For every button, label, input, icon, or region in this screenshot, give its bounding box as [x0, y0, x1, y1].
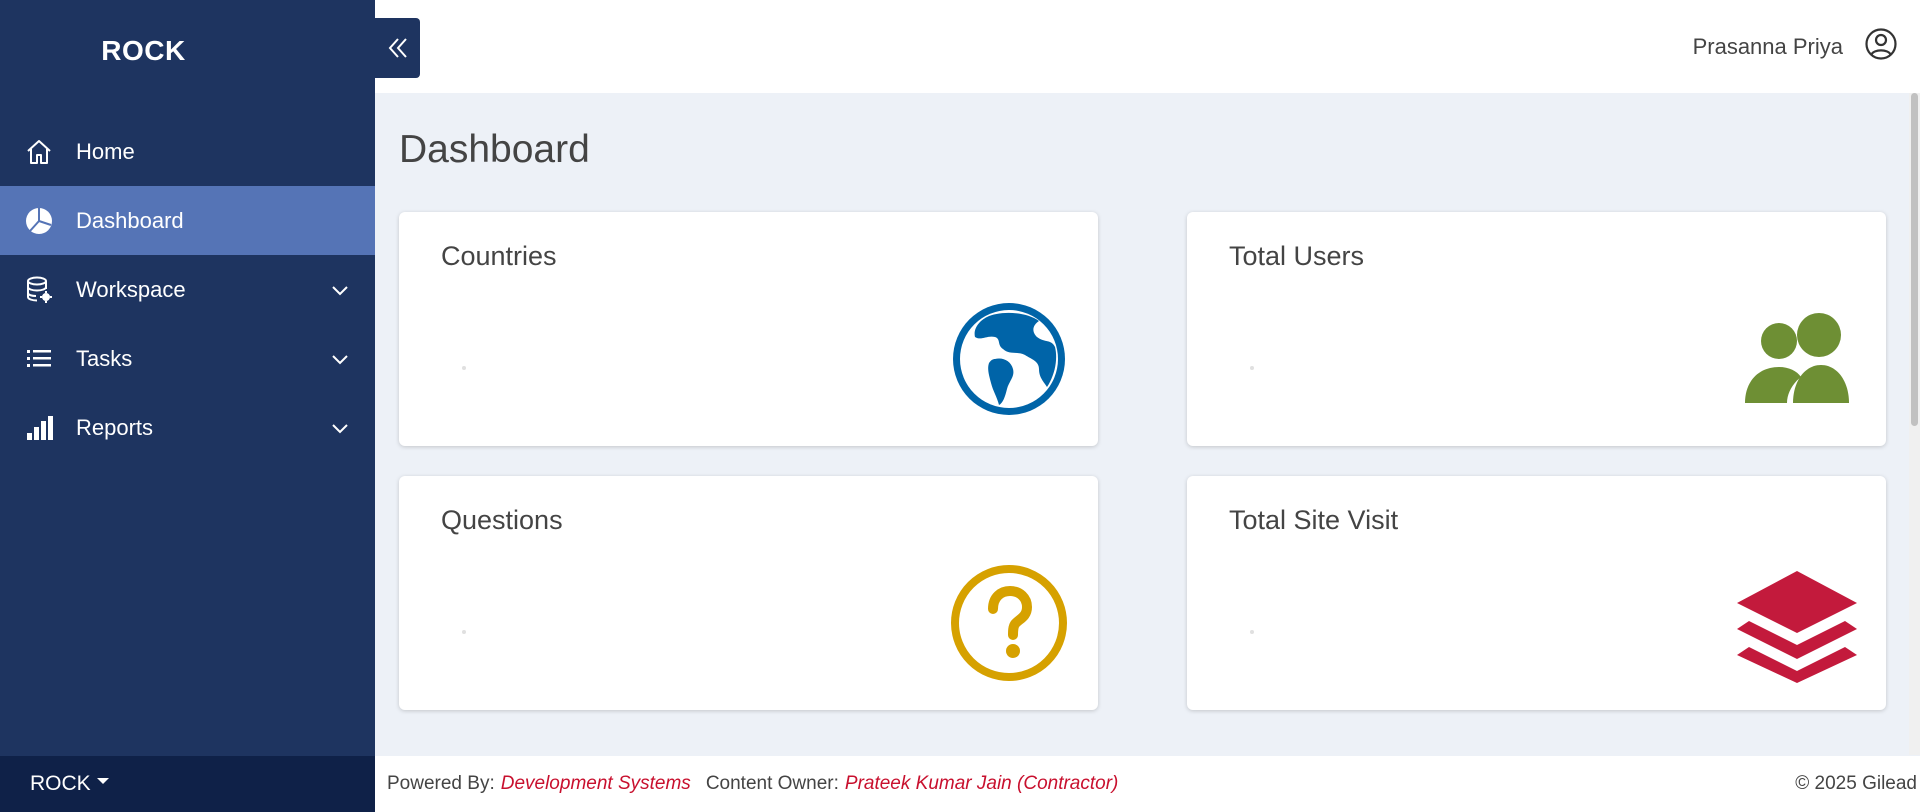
home-icon [24, 137, 54, 167]
page-title: Dashboard [399, 128, 590, 171]
pie-chart-icon [24, 206, 54, 236]
content-owner-value: Prateek Kumar Jain (Contractor) [844, 773, 1119, 794]
card-value-placeholder [1250, 630, 1254, 634]
top-header: Prasanna Priya [375, 0, 1920, 93]
sidebar-nav: Home Dashboard Workspace Tasks Reports [0, 117, 375, 462]
sidebar-item-workspace[interactable]: Workspace [0, 255, 375, 324]
double-chevron-left-icon [388, 38, 407, 58]
layers-icon [1737, 571, 1857, 683]
card-value-placeholder [1250, 366, 1254, 370]
username[interactable]: Prasanna Priya [1693, 34, 1843, 60]
brand-logo[interactable]: ROCK [0, 0, 375, 100]
page-footer: Powered By: Development Systems Content … [375, 756, 1920, 812]
caret-down-icon [96, 778, 109, 784]
content-owner-label: Content Owner: [705, 773, 839, 794]
card-total-site-visit[interactable]: Total Site Visit [1187, 476, 1886, 710]
sidebar-collapse-button[interactable] [375, 18, 420, 78]
app-switcher-label: ROCK [30, 772, 91, 795]
users-icon [1745, 313, 1849, 403]
copyright: © 2025 Gilead [1795, 773, 1917, 794]
sidebar-item-label: Dashboard [76, 207, 184, 233]
user-circle-icon[interactable] [1864, 27, 1898, 61]
sidebar-item-home[interactable]: Home [0, 117, 375, 186]
card-questions[interactable]: Questions [399, 476, 1098, 710]
main-content: Dashboard Countries Total Users Question… [375, 93, 1909, 755]
list-icon [24, 344, 54, 374]
card-total-users[interactable]: Total Users [1187, 212, 1886, 446]
card-value-placeholder [462, 366, 466, 370]
sidebar-item-label: Tasks [76, 345, 133, 371]
sidebar-item-label: Reports [76, 414, 154, 440]
question-circle-icon [951, 565, 1067, 681]
chevron-down-icon[interactable] [329, 279, 351, 301]
vertical-scrollbar[interactable] [1909, 93, 1920, 755]
sidebar-item-dashboard[interactable]: Dashboard [0, 186, 375, 255]
chevron-down-icon[interactable] [329, 348, 351, 370]
powered-by-label: Powered By: [387, 773, 495, 794]
sidebar-item-tasks[interactable]: Tasks [0, 324, 375, 393]
bar-chart-icon [24, 413, 54, 443]
card-title: Total Site Visit [1229, 505, 1399, 535]
database-gear-icon [24, 275, 54, 305]
card-title: Questions [441, 505, 563, 535]
sidebar-item-reports[interactable]: Reports [0, 393, 375, 462]
card-countries[interactable]: Countries [399, 212, 1098, 446]
sidebar-item-label: Workspace [76, 276, 186, 302]
sidebar-footer-app-switcher[interactable]: ROCK [0, 756, 375, 812]
sidebar: ROCK Home Dashboard Workspace Tasks Repo… [0, 0, 375, 812]
sidebar-item-label: Home [76, 138, 135, 164]
scrollbar-thumb[interactable] [1911, 93, 1918, 426]
card-title: Countries [441, 241, 557, 271]
chevron-down-icon[interactable] [329, 417, 351, 439]
card-title: Total Users [1229, 241, 1365, 271]
globe-americas-icon [953, 303, 1065, 415]
card-value-placeholder [462, 630, 466, 634]
powered-by-value: Development Systems [500, 773, 691, 794]
